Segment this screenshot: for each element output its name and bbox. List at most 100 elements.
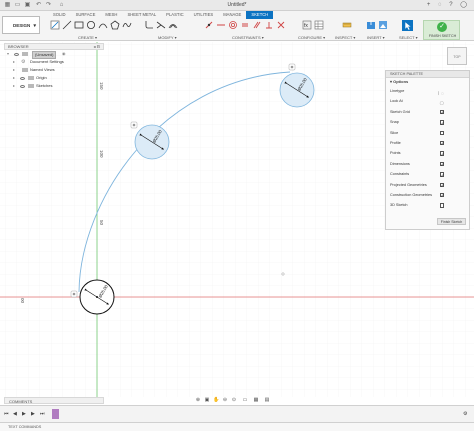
visibility-icon[interactable] <box>20 76 25 80</box>
points-checkbox[interactable] <box>439 150 444 159</box>
tab-utilities[interactable]: UTILITIES <box>189 11 219 19</box>
expand-icon[interactable]: ▸ <box>13 58 15 66</box>
visibility-icon[interactable] <box>14 52 19 56</box>
option-look-at[interactable]: Look At ⎔ <box>386 96 469 107</box>
expand-icon[interactable]: ▸ <box>13 66 15 74</box>
option-sketch-grid[interactable]: Sketch Grid <box>386 107 469 118</box>
step-forward-icon[interactable]: ▶ <box>31 411 35 417</box>
option-projected-geometries[interactable]: Projected Geometries <box>386 180 469 190</box>
go-to-end-icon[interactable]: ⏭ <box>40 411 45 417</box>
option-profile[interactable]: Profile <box>386 138 469 149</box>
option-3d-sketch[interactable]: 3D Sketch <box>386 200 469 210</box>
create-sketch-icon[interactable] <box>50 20 60 30</box>
workspace-switcher[interactable]: DESIGN ▾ <box>2 16 40 34</box>
sketch-grid-checkbox[interactable] <box>439 108 444 118</box>
perpendicular-icon[interactable] <box>264 20 274 30</box>
tab-surface[interactable]: SURFACE <box>71 11 101 19</box>
expand-icon[interactable]: ▸ <box>13 82 15 90</box>
configure-menu[interactable]: CONFIGURE ▾ <box>298 35 325 40</box>
option-slice[interactable]: Slice <box>386 128 469 138</box>
option-dimensions[interactable]: Dimensions <box>386 159 469 170</box>
step-back-icon[interactable]: ◀ <box>13 411 17 417</box>
select-cursor-icon[interactable] <box>402 20 413 31</box>
expand-icon[interactable]: ▸ <box>13 74 15 82</box>
orbit-icon[interactable]: ⊕ <box>195 397 201 403</box>
visibility-icon[interactable] <box>20 84 25 88</box>
modify-menu[interactable]: MODIFY ▾ <box>158 35 177 40</box>
timeline-settings-icon[interactable]: ⚙ <box>463 411 467 417</box>
fillet-icon[interactable] <box>144 20 154 30</box>
zoom-window-icon[interactable]: ⊙ <box>231 397 237 403</box>
browser-header[interactable]: BROWSER ◂ ⊟ <box>4 43 104 50</box>
window-controls[interactable]: + ◌ ? ◯ <box>427 1 470 8</box>
browser-item-named-views[interactable]: ▸ Named Views <box>4 66 104 74</box>
finish-sketch-button[interactable]: ✓ FINISH SKETCH <box>423 20 460 40</box>
rectangle-icon[interactable] <box>74 20 84 30</box>
constraints-checkbox[interactable] <box>439 171 444 180</box>
circle-icon[interactable] <box>86 20 96 30</box>
browser-item-sketches[interactable]: ▸ Sketches <box>4 82 104 90</box>
coincident-glyph[interactable] <box>288 63 296 71</box>
insert-menu[interactable]: INSERT ▾ <box>367 35 385 40</box>
arc-icon[interactable] <box>98 20 108 30</box>
tab-plastic[interactable]: PLASTIC <box>161 11 188 19</box>
tab-manage[interactable]: MANAGE <box>218 11 246 19</box>
option-linetype[interactable]: Linetype ⌇ ◌ <box>386 86 469 97</box>
projected-geometries-checkbox[interactable] <box>439 181 444 190</box>
insert-image-icon[interactable] <box>378 20 388 30</box>
collinear-icon[interactable] <box>216 20 226 30</box>
construction-geometries-checkbox[interactable] <box>439 191 444 201</box>
tab-mesh[interactable]: MESH <box>100 11 122 19</box>
spline-icon[interactable] <box>122 20 132 30</box>
view-cube[interactable]: TOP <box>447 47 467 65</box>
table-icon[interactable] <box>314 20 324 30</box>
slice-checkbox[interactable] <box>439 130 444 136</box>
comments-panel[interactable]: COMMENTS <box>4 397 104 404</box>
coincident-glyph[interactable] <box>70 290 78 298</box>
snap-checkbox[interactable] <box>439 119 444 128</box>
sketch-palette-header[interactable]: SKETCH PALETTE <box>386 71 469 78</box>
grid-settings-icon[interactable]: ▦ <box>253 397 259 403</box>
parameters-icon[interactable]: fx <box>302 20 312 30</box>
browser-item-document-settings[interactable]: ▸ ⚙ Document Settings <box>4 58 104 66</box>
select-menu[interactable]: SELECT ▾ <box>399 35 418 40</box>
inspect-menu[interactable]: INSPECT ▾ <box>335 35 355 40</box>
tab-sketch[interactable]: SKETCH <box>246 11 274 19</box>
go-to-start-icon[interactable]: ⏮ <box>4 411 9 417</box>
tab-solid[interactable]: SOLID <box>48 11 71 19</box>
fix-icon[interactable] <box>276 20 286 30</box>
play-icon[interactable]: ▶ <box>22 411 26 417</box>
expand-icon[interactable]: ▾ <box>7 50 9 58</box>
record-icon[interactable]: ◉ <box>62 50 66 58</box>
look-at-icon[interactable]: ▣ <box>204 397 210 403</box>
concentric-icon[interactable] <box>228 20 238 30</box>
option-constraints[interactable]: Constraints <box>386 169 469 180</box>
create-menu[interactable]: CREATE ▾ <box>78 35 97 40</box>
pan-icon[interactable]: ✋ <box>213 397 219 403</box>
text-commands-bar[interactable]: TEXT COMMANDS <box>0 422 474 431</box>
option-snap[interactable]: Snap <box>386 117 469 128</box>
display-settings-icon[interactable]: ▭ <box>242 397 248 403</box>
line-icon[interactable] <box>62 20 72 30</box>
coincident-glyph[interactable] <box>130 121 138 129</box>
option-construction-geometries[interactable]: Construction Geometries <box>386 190 469 201</box>
timeline-sketch-feature[interactable] <box>52 409 59 419</box>
parallel-icon[interactable] <box>252 20 262 30</box>
zoom-icon[interactable]: ⊖ <box>222 397 228 403</box>
insert-derive-icon[interactable] <box>366 20 376 30</box>
offset-icon[interactable] <box>168 20 178 30</box>
browser-item-origin[interactable]: ▸ Origin <box>4 74 104 82</box>
trim-icon[interactable] <box>156 20 166 30</box>
3d-sketch-checkbox[interactable] <box>439 203 444 208</box>
coincident-icon[interactable] <box>204 20 214 30</box>
palette-finish-sketch-button[interactable]: Finish Sketch <box>437 218 466 225</box>
constraints-menu[interactable]: CONSTRAINTS ▾ <box>232 35 264 40</box>
tab-sheet-metal[interactable]: SHEET METAL <box>122 11 161 19</box>
dimensions-checkbox[interactable] <box>439 160 444 170</box>
polygon-icon[interactable] <box>110 20 120 30</box>
option-points[interactable]: Points <box>386 148 469 159</box>
browser-root-item[interactable]: ▾ (Unsaved) ◉ <box>4 50 104 59</box>
equal-icon[interactable] <box>240 20 250 30</box>
options-section[interactable]: ▾ Options <box>386 78 469 86</box>
profile-checkbox[interactable] <box>439 140 444 149</box>
